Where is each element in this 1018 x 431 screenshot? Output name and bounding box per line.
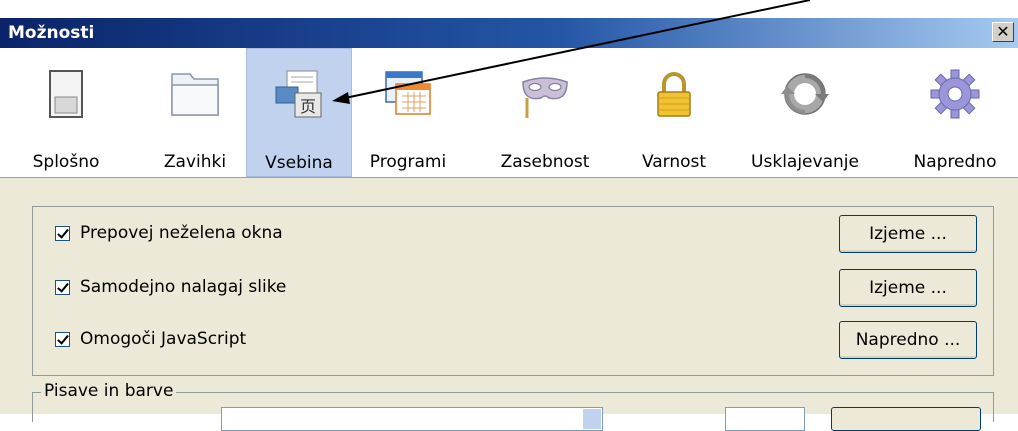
tab-security-label: Varnost — [641, 152, 707, 172]
tab-applications-label: Programi — [369, 152, 447, 172]
window-title: Možnosti — [8, 23, 95, 43]
fonts-colors-legend: Pisave in barve — [41, 381, 177, 401]
options-dialog: Možnosti ✕ Splošno Zavihki 页 Vsebina Pro… — [0, 18, 1018, 414]
block-popups-option[interactable]: Prepovej neželena okna — [55, 221, 283, 245]
tab-advanced-label: Napredno — [913, 152, 997, 172]
tab-content-label: Vsebina — [265, 153, 333, 173]
tab-sync[interactable]: Usklajevanje — [740, 48, 870, 177]
content-options-panel: Prepovej neželena okna Izjeme ... Samode… — [32, 206, 994, 376]
tab-sync-label: Usklajevanje — [751, 152, 859, 172]
enable-javascript-checkbox[interactable] — [55, 331, 70, 347]
close-button[interactable]: ✕ — [992, 22, 1014, 42]
load-images-checkbox[interactable] — [55, 279, 70, 295]
svg-text:页: 页 — [300, 97, 316, 116]
close-icon: ✕ — [996, 22, 1010, 41]
advanced-gear-icon — [930, 69, 980, 119]
javascript-advanced-button[interactable]: Napredno ... — [839, 321, 977, 359]
title-bar[interactable]: Možnosti ✕ — [0, 18, 1018, 48]
tab-advanced[interactable]: Napredno — [900, 48, 1010, 177]
tab-general-label: Splošno — [32, 152, 100, 172]
enable-javascript-label: Omogoči JavaScript — [80, 329, 247, 349]
chevron-down-icon[interactable] — [583, 409, 601, 429]
applications-icon — [385, 71, 431, 115]
security-lock-icon — [657, 72, 691, 117]
tab-privacy-label: Zasebnost — [500, 152, 590, 172]
sync-icon — [781, 73, 829, 115]
fonts-colors-group: Pisave in barve — [32, 381, 994, 431]
load-images-label: Samodejno nalagaj slike — [80, 277, 287, 297]
default-font-select[interactable] — [221, 407, 603, 431]
privacy-mask-icon — [522, 77, 568, 118]
block-popups-checkbox[interactable] — [55, 225, 70, 241]
load-images-option[interactable]: Samodejno nalagaj slike — [55, 275, 286, 299]
block-popups-label: Prepovej neželena okna — [80, 223, 283, 243]
font-size-select[interactable] — [725, 407, 805, 431]
content-icon: 页 — [275, 70, 322, 118]
preferences-toolbar: Splošno Zavihki 页 Vsebina Programi Zaseb… — [0, 48, 1018, 178]
enable-javascript-option[interactable]: Omogoči JavaScript — [55, 327, 246, 351]
tabs-icon — [171, 73, 219, 116]
tab-tabs-label: Zavihki — [163, 152, 227, 172]
tab-general[interactable]: Splošno — [18, 48, 114, 177]
tab-privacy[interactable]: Zasebnost — [488, 48, 602, 177]
popup-exceptions-button[interactable]: Izjeme ... — [839, 215, 977, 253]
general-icon — [49, 70, 83, 118]
tab-security[interactable]: Varnost — [628, 48, 720, 177]
image-exceptions-button[interactable]: Izjeme ... — [839, 269, 977, 307]
tab-applications[interactable]: Programi — [356, 48, 460, 177]
tab-tabs[interactable]: Zavihki — [148, 48, 242, 177]
fonts-advanced-button[interactable] — [831, 407, 981, 431]
tab-content[interactable]: 页 Vsebina — [246, 48, 352, 177]
